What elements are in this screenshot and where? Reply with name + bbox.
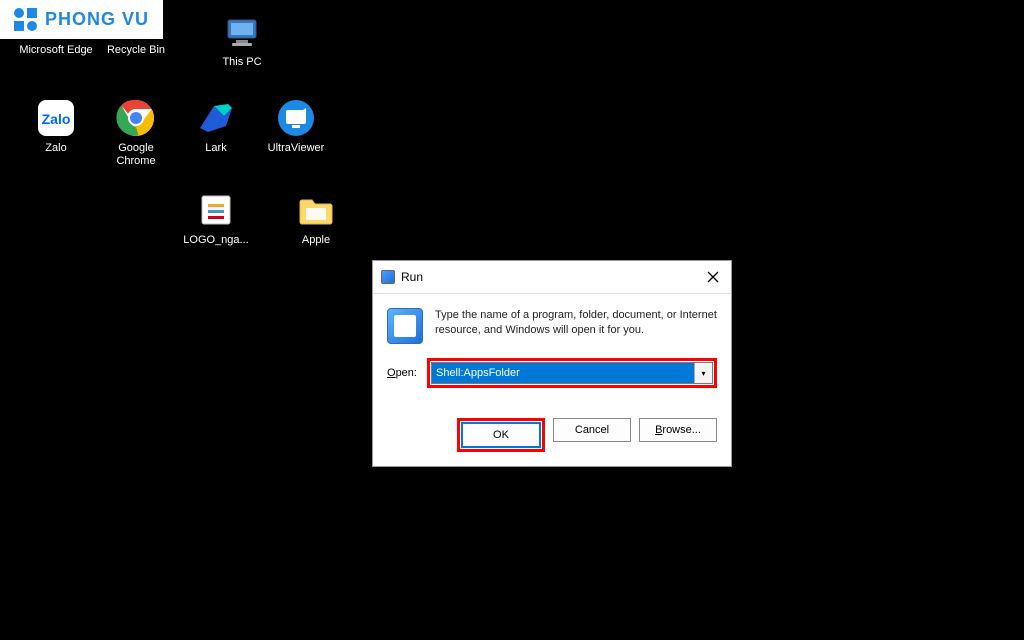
chrome-icon bbox=[116, 98, 156, 138]
close-button[interactable] bbox=[703, 267, 723, 287]
desktop-icon-label: Google Chrome bbox=[98, 142, 174, 168]
brand-text: PHONG VU bbox=[45, 9, 149, 30]
this-pc-icon bbox=[222, 12, 262, 52]
ok-button[interactable]: OK bbox=[462, 423, 540, 447]
run-description: Type the name of a program, folder, docu… bbox=[435, 308, 717, 344]
desktop-icon-label: Microsoft Edge bbox=[19, 44, 92, 57]
lark-icon bbox=[196, 98, 236, 138]
command-highlight: ▾ bbox=[427, 358, 717, 388]
brand-overlay: PHONG VU bbox=[0, 0, 163, 39]
image-file-icon bbox=[196, 190, 236, 230]
desktop-icon-lark[interactable]: Lark bbox=[178, 98, 254, 155]
svg-text:Zalo: Zalo bbox=[42, 111, 71, 127]
run-title-icon bbox=[381, 270, 395, 284]
run-app-icon bbox=[387, 308, 423, 344]
desktop-icon-label: Zalo bbox=[45, 142, 66, 155]
desktop-icon-label: Lark bbox=[205, 142, 226, 155]
ok-highlight: OK bbox=[457, 418, 545, 452]
run-title: Run bbox=[401, 270, 423, 284]
desktop-icon-ultraviewer[interactable]: UltraViewer bbox=[258, 98, 334, 155]
browse-button[interactable]: Browse... bbox=[639, 418, 717, 442]
close-icon bbox=[707, 271, 719, 283]
desktop-icon-label: Apple bbox=[302, 234, 330, 247]
desktop-icon-logo-nga[interactable]: LOGO_nga... bbox=[178, 190, 254, 247]
open-label: Open: bbox=[387, 367, 417, 379]
desktop-icon-label: This PC bbox=[222, 56, 261, 69]
folder-icon bbox=[296, 190, 336, 230]
desktop-icon-this-pc[interactable]: This PC bbox=[204, 12, 280, 69]
command-input[interactable] bbox=[432, 363, 694, 383]
cancel-button[interactable]: Cancel bbox=[553, 418, 631, 442]
zalo-icon: Zalo bbox=[36, 98, 76, 138]
desktop-icon-label: LOGO_nga... bbox=[183, 234, 248, 247]
run-titlebar[interactable]: Run bbox=[373, 261, 731, 294]
desktop-icon-apple-folder[interactable]: Apple bbox=[278, 190, 354, 247]
desktop-icon-label: UltraViewer bbox=[268, 142, 325, 155]
ultraviewer-icon bbox=[276, 98, 316, 138]
dropdown-button[interactable]: ▾ bbox=[694, 363, 712, 383]
brand-logo-icon bbox=[14, 8, 37, 31]
run-dialog: Run Type the name of a program, folder, … bbox=[372, 260, 732, 467]
desktop-icon-zalo[interactable]: Zalo Zalo bbox=[18, 98, 94, 155]
chevron-down-icon: ▾ bbox=[701, 369, 705, 378]
desktop-icon-chrome[interactable]: Google Chrome bbox=[98, 98, 174, 168]
desktop-icon-label: Recycle Bin bbox=[107, 44, 165, 57]
